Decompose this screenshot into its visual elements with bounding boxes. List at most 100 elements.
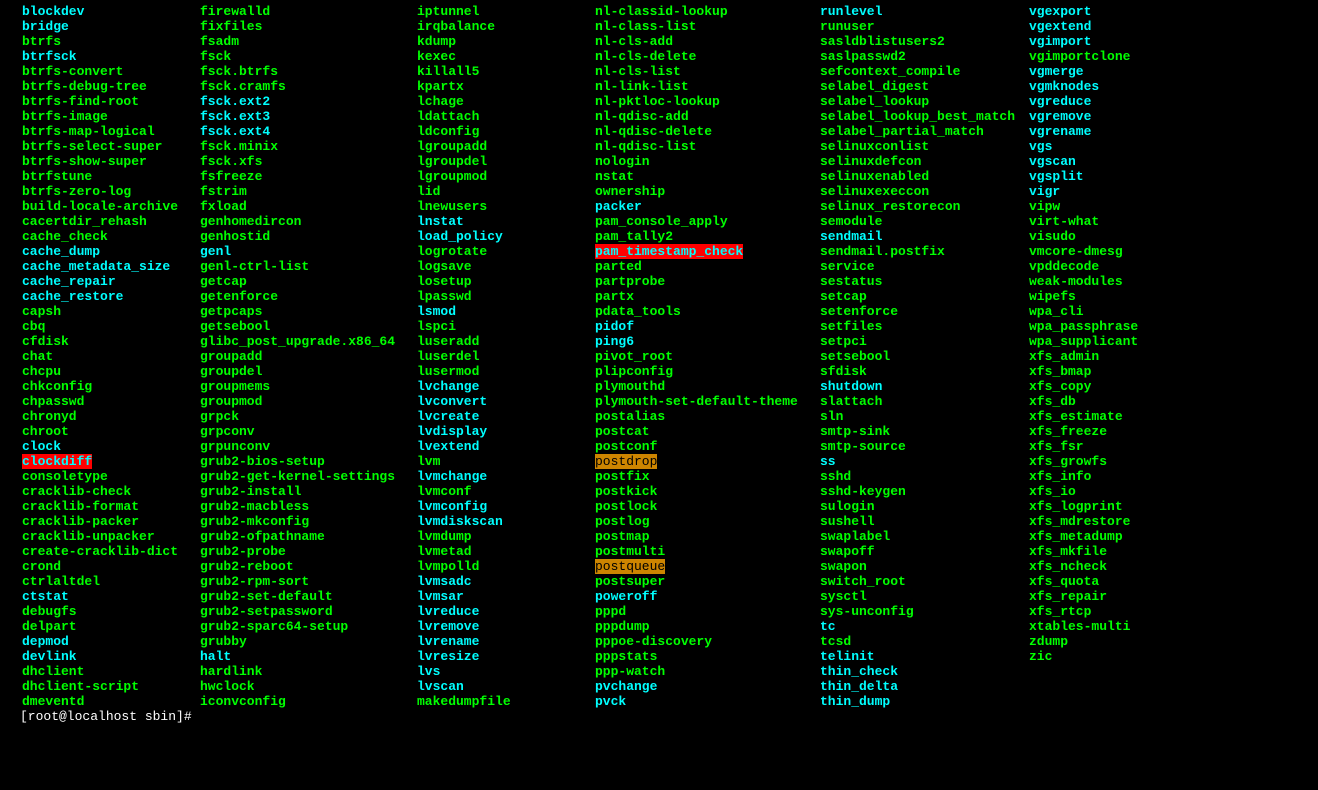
file-entry: vpddecode [1029,259,1099,274]
file-entry: xfs_estimate [1029,409,1123,424]
file-entry: runlevel [820,4,882,19]
file-entry: pppstats [595,649,657,664]
file-entry: lvmsadc [417,574,472,589]
terminal-output[interactable]: blockdev bridge btrfs btrfsck btrfs-conv… [0,0,1318,724]
file-entry: lgroupdel [417,154,487,169]
file-entry: slattach [820,394,882,409]
file-entry: fsadm [200,34,239,49]
file-entry: getenforce [200,289,278,304]
file-entry: vgreduce [1029,94,1091,109]
file-entry: halt [200,649,231,664]
file-entry: postkick [595,484,657,499]
file-entry: chkconfig [22,379,92,394]
file-entry: lvdisplay [417,424,487,439]
file-entry: sushell [820,514,875,529]
file-entry: clock [22,439,61,454]
file-entry: cache_restore [22,289,123,304]
file-entry: vigr [1029,184,1060,199]
ls-column: vgexport vgextend vgimport vgimportclone… [1029,4,1229,709]
ls-column: nl-classid-lookup nl-class-list nl-cls-a… [595,4,820,709]
file-entry: grub2-macbless [200,499,309,514]
file-entry: pppdump [595,619,650,634]
file-entry: fsck.ext3 [200,109,270,124]
file-entry: setcap [820,289,867,304]
file-entry: nl-link-list [595,79,689,94]
file-entry: postlog [595,514,650,529]
file-entry: grpconv [200,424,255,439]
file-entry: vgs [1029,139,1052,154]
file-entry: service [820,259,875,274]
file-entry: pam_tally2 [595,229,673,244]
file-entry: kexec [417,49,456,64]
file-entry: lvmdump [417,529,472,544]
file-entry: weak-modules [1029,274,1123,289]
file-entry: genl-ctrl-list [200,259,309,274]
file-entry: thin_delta [820,679,898,694]
file-entry: cfdisk [22,334,69,349]
file-entry: btrfs [22,34,61,49]
file-entry: ping6 [595,334,634,349]
file-entry: lvscan [417,679,464,694]
file-entry: killall5 [417,64,479,79]
file-entry: grub2-ofpathname [200,529,325,544]
file-entry: postmulti [595,544,665,559]
file-entry: xfs_io [1029,484,1076,499]
file-entry: nl-cls-add [595,34,673,49]
file-entry: xfs_copy [1029,379,1091,394]
file-entry: nl-qdisc-delete [595,124,712,139]
file-entry: sestatus [820,274,882,289]
file-entry: fsck.btrfs [200,64,278,79]
file-entry: hardlink [200,664,262,679]
file-entry: fsck.ext2 [200,94,270,109]
file-entry: swapoff [820,544,875,559]
file-entry: pppd [595,604,626,619]
file-entry: pdata_tools [595,304,681,319]
file-entry: lnstat [417,214,464,229]
file-entry: xfs_db [1029,394,1076,409]
file-entry: setenforce [820,304,898,319]
file-entry: xfs_metadump [1029,529,1123,544]
file-entry: genhomedircon [200,214,301,229]
file-entry: getcap [200,274,247,289]
file-entry: lvmchange [417,469,487,484]
file-entry: grub2-reboot [200,559,294,574]
file-entry: build-locale-archive [22,199,178,214]
file-entry: semodule [820,214,882,229]
file-entry: logsave [417,259,472,274]
file-entry: lvresize [417,649,479,664]
file-entry: ownership [595,184,665,199]
file-entry: lvrename [417,634,479,649]
file-entry: poweroff [595,589,657,604]
file-entry: postalias [595,409,665,424]
file-entry: sendmail [820,229,882,244]
file-entry: postlock [595,499,657,514]
file-entry: genhostid [200,229,270,244]
file-entry: pvchange [595,679,657,694]
file-entry: lpasswd [417,289,472,304]
file-entry: iconvconfig [200,694,286,709]
file-entry: grubby [200,634,247,649]
file-entry: sysctl [820,589,867,604]
file-entry: nl-cls-list [595,64,681,79]
file-entry: nologin [595,154,650,169]
file-entry: btrfs-map-logical [22,124,155,139]
file-entry: sfdisk [820,364,867,379]
file-entry: tcsd [820,634,851,649]
file-entry: nl-class-list [595,19,696,34]
file-entry: plymouthd [595,379,665,394]
file-entry: selinuxconlist [820,139,929,154]
file-entry: thin_dump [820,694,890,709]
file-entry: chcpu [22,364,61,379]
shell-prompt[interactable]: [root@localhost sbin]# [20,709,1318,724]
file-entry: xfs_mdrestore [1029,514,1130,529]
file-entry: sefcontext_compile [820,64,960,79]
file-entry: chpasswd [22,394,84,409]
file-entry: sulogin [820,499,875,514]
file-entry: depmod [22,634,69,649]
file-entry: sshd [820,469,851,484]
file-entry: lsmod [417,304,456,319]
file-entry: selinuxdefcon [820,154,921,169]
file-entry: pivot_root [595,349,673,364]
file-entry: zdump [1029,634,1068,649]
file-entry: nl-qdisc-list [595,139,696,154]
